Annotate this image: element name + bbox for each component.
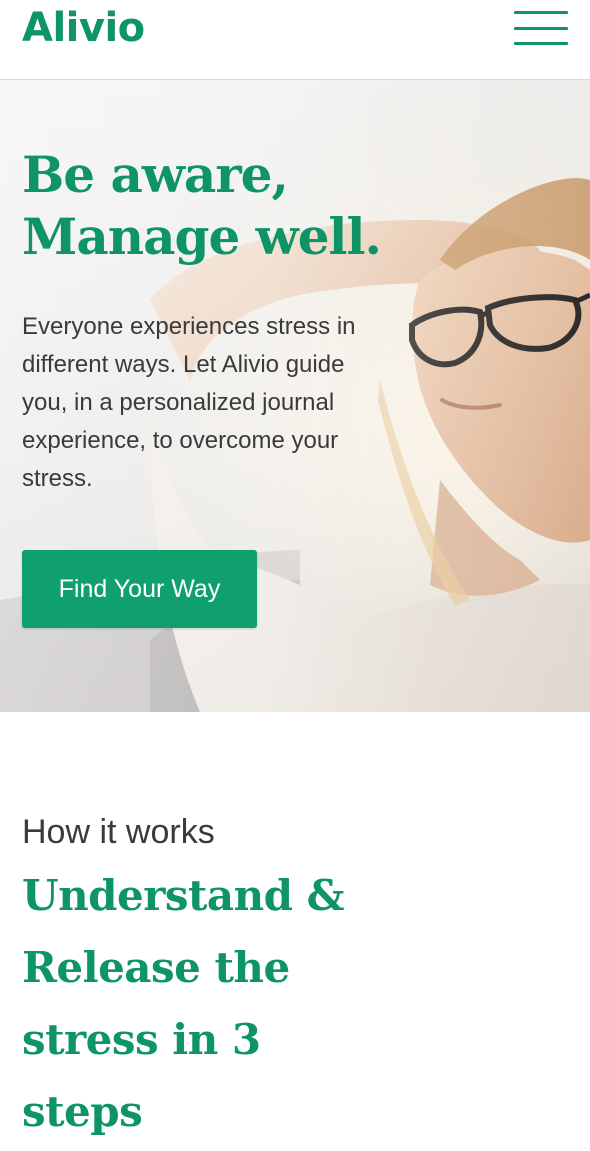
hero-title: Be aware, Manage well. (22, 144, 402, 268)
hero-title-line: Manage well. (22, 207, 382, 266)
top-navigation-bar: Alivio (0, 0, 590, 80)
alivio-logo[interactable]: Alivio (22, 4, 145, 52)
find-your-way-button[interactable]: Find Your Way (22, 550, 257, 628)
hero-title-line: Be aware, (22, 145, 289, 204)
section-kicker: How it works (22, 813, 215, 851)
menu-line (514, 11, 568, 14)
hamburger-menu-icon[interactable] (514, 11, 568, 47)
section-title: Understand & Release the stress in 3 ste… (22, 871, 345, 1136)
hero-section: Be aware, Manage well. Everyone experien… (0, 80, 590, 712)
how-it-works-section: How it works Understand & Release the st… (0, 712, 590, 1148)
menu-line (514, 42, 568, 45)
hero-content: Be aware, Manage well. Everyone experien… (22, 144, 402, 498)
hero-description: Everyone experiences stress in different… (22, 313, 356, 492)
menu-line (514, 27, 568, 30)
